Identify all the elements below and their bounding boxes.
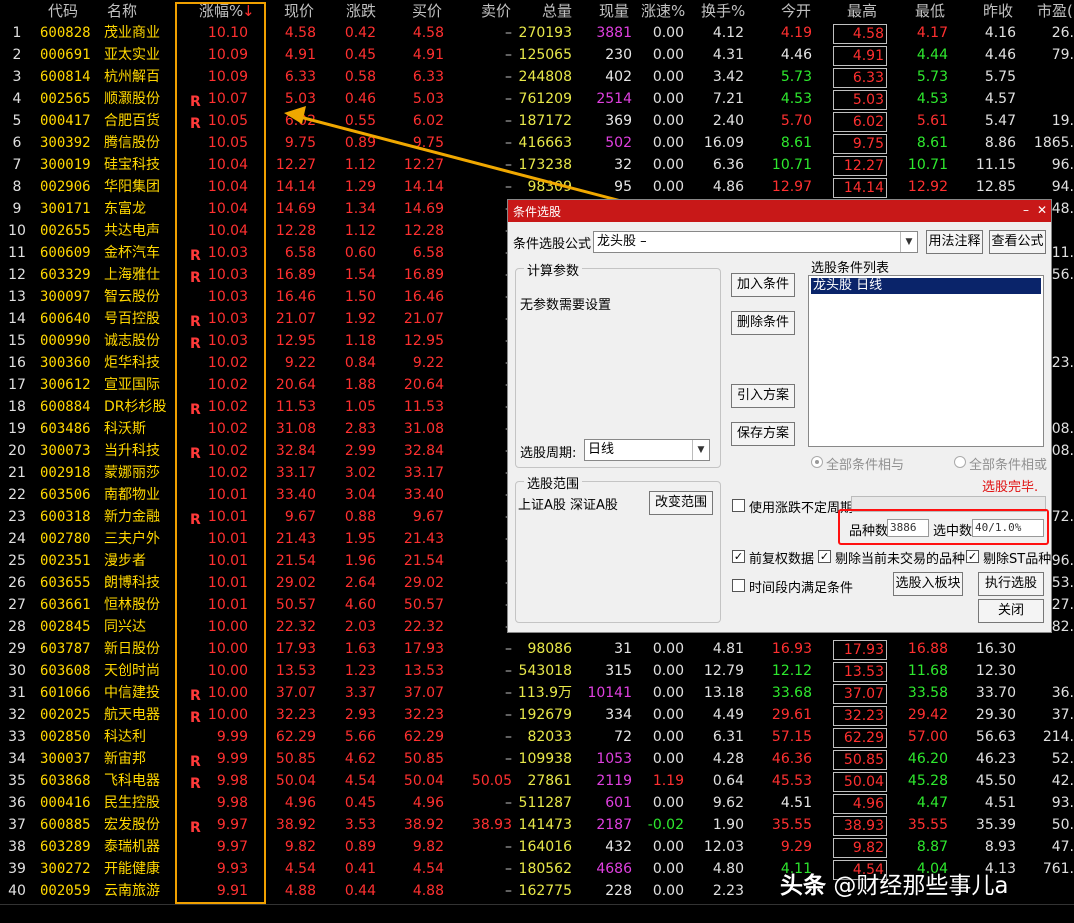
view-formula-button[interactable]: 查看公式 (989, 230, 1046, 254)
dialog-title: 条件选股 (513, 205, 562, 219)
all-and-label: 全部条件相与 (826, 458, 905, 473)
params-group-title: 计算参数 (524, 260, 583, 279)
add-to-sector-button[interactable]: 选股入板块 (893, 572, 963, 596)
time-range-checkbox[interactable] (732, 579, 745, 592)
all-or-radio[interactable] (954, 456, 966, 468)
period-label: 选股周期: (520, 446, 577, 461)
scope-group-title: 选股范围 (524, 473, 583, 492)
all-and-radio[interactable] (811, 456, 823, 468)
period-value: 日线 (588, 442, 615, 457)
watermark-text: @财经那些事儿a (833, 873, 1009, 899)
usage-notes-button[interactable]: 用法注释 (926, 230, 983, 254)
close-icon[interactable]: ✕ (1034, 202, 1050, 218)
pre-adjusted-checkbox[interactable]: ✓ (732, 550, 745, 563)
selected-field: 40/1.0% (972, 519, 1044, 537)
count-field: 3886 (887, 519, 929, 537)
stock-screen-dialog: 条件选股 – ✕ 条件选股公式 龙头股 – ▼ 用法注释 查看公式 计算参数 无… (507, 199, 1052, 633)
time-range-label: 时间段内满足条件 (749, 581, 854, 596)
chevron-down-icon: ▼ (692, 440, 709, 460)
exclude-st-checkbox[interactable]: ✓ (966, 550, 979, 563)
import-plan-button[interactable]: 引入方案 (731, 384, 795, 408)
condition-list-item[interactable]: 龙头股 日线 (811, 278, 1041, 294)
dialog-title-bar[interactable]: 条件选股 – ✕ (508, 200, 1051, 222)
selected-label: 选中数 (933, 524, 973, 539)
minimize-icon[interactable]: – (1018, 202, 1034, 218)
exclude-st-label: 剔除ST品种 (983, 552, 1052, 567)
status-text: 选股完毕. (982, 480, 1039, 495)
formula-label: 条件选股公式 (513, 237, 592, 252)
scope-group: 选股范围 上证A股 深证A股 改变范围 (515, 473, 721, 623)
all-or-label: 全部条件相或 (969, 458, 1048, 473)
count-label: 品种数 (849, 524, 889, 539)
annotation-arrow-head (284, 106, 306, 124)
formula-select[interactable]: 龙头股 – ▼ (593, 231, 918, 253)
uncertain-period-checkbox[interactable] (732, 499, 745, 512)
delete-condition-button[interactable]: 删除条件 (731, 311, 795, 335)
params-group: 计算参数 无参数需要设置 选股周期: 日线 ▼ (515, 260, 721, 468)
save-plan-button[interactable]: 保存方案 (731, 422, 795, 446)
exclude-untraded-label: 剔除当前未交易的品种 (835, 552, 966, 567)
watermark: 头条 @财经那些事儿a (780, 866, 1008, 900)
condition-list[interactable]: 龙头股 日线 (808, 275, 1044, 447)
exclude-untraded-checkbox[interactable]: ✓ (818, 550, 831, 563)
params-text: 无参数需要设置 (520, 298, 612, 313)
chevron-down-icon: ▼ (900, 232, 917, 252)
add-condition-button[interactable]: 加入条件 (731, 273, 795, 297)
change-scope-button[interactable]: 改变范围 (649, 491, 713, 515)
close-button[interactable]: 关闭 (978, 599, 1044, 623)
pre-adjusted-label: 前复权数据 (749, 552, 815, 567)
period-select[interactable]: 日线 ▼ (584, 439, 710, 461)
formula-value: 龙头股 – (597, 234, 647, 249)
scope-text: 上证A股 深证A股 (518, 498, 618, 513)
watermark-brand: 头条 (780, 873, 826, 899)
condition-list-title: 选股条件列表 (811, 261, 890, 276)
execute-screen-button[interactable]: 执行选股 (978, 572, 1044, 596)
